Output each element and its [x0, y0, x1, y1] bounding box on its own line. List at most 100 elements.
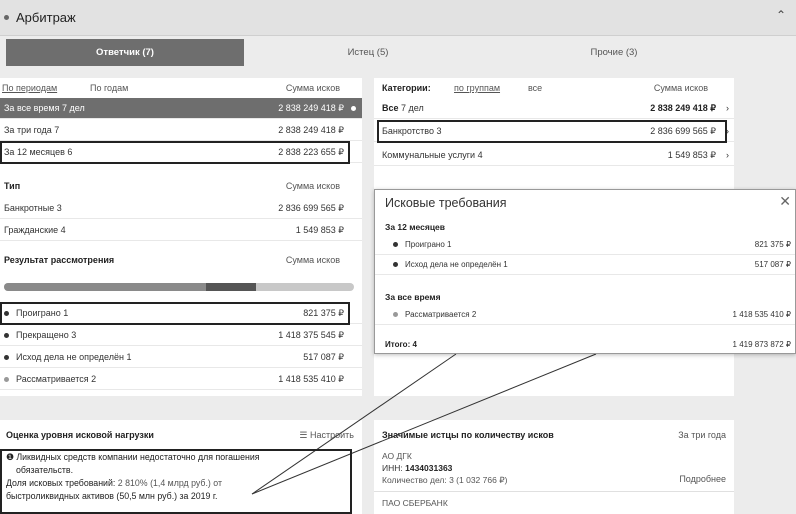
result-label: Прекращено [16, 330, 69, 340]
category-sum: 2 838 249 418 ₽ [650, 103, 716, 113]
popup-total-row: Итого: 4 1 419 873 872 ₽ [375, 336, 795, 354]
plaintiff-count: Количество дел: 3 (1 032 766 ₽) [382, 475, 508, 485]
plaintiffs-panel: Значимые истцы по количеству исков За тр… [374, 420, 734, 514]
category-row-all[interactable]: Все 7 дел 2 838 249 418 ₽ › [374, 98, 734, 119]
result-row-undetermined[interactable]: Исход дела не определён 1 517 087 ₽ [0, 347, 362, 368]
period-row-3y[interactable]: За три года 7 2 838 249 418 ₽ [0, 120, 362, 141]
settings-button[interactable]: ☰ Настроить [299, 430, 354, 441]
inn-value: 1434031363 [405, 463, 453, 473]
plaintiff-name[interactable]: ПАО СБЕРБАНК [382, 498, 448, 508]
tab-all[interactable]: все [528, 78, 542, 98]
type-row-bankruptcy[interactable]: Банкротные 3 2 836 699 565 ₽ [0, 198, 362, 219]
popup-row-count: 1 [503, 260, 508, 269]
result-count: 2 [91, 374, 97, 384]
period-label: За все время [4, 103, 60, 113]
close-icon[interactable]: ✕ [779, 193, 791, 210]
result-row-pending[interactable]: Рассматривается 2 1 418 535 410 ₽ [0, 369, 362, 390]
tab-defendant[interactable]: Ответчик (7) [6, 39, 244, 66]
popup-row: Рассматривается 2 1 418 535 410 ₽ [375, 306, 795, 325]
type-label: Банкротные [4, 203, 55, 213]
plaintiffs-title: Значимые истцы по количеству исков [382, 430, 554, 440]
type-sum: 1 549 853 ₽ [295, 225, 344, 235]
result-progress-bar [4, 283, 354, 291]
column-header-sum: Сумма исков [653, 83, 708, 93]
period-label: За три года [4, 125, 52, 135]
bullet-icon [4, 15, 9, 20]
result-count: 3 [71, 330, 77, 340]
load-title: Оценка уровня исковой нагрузки [6, 430, 154, 440]
result-sum: 1 418 535 410 ₽ [278, 374, 344, 384]
tab-bar: Ответчик (7) Истец (5) Прочие (3) [0, 36, 736, 70]
bullet-icon [393, 312, 398, 318]
tab-by-groups[interactable]: по группам [454, 78, 500, 98]
column-header-sum: Сумма исков [285, 255, 340, 265]
highlight-box [377, 120, 727, 143]
column-header-sum: Сумма исков [285, 83, 340, 93]
chevron-right-icon: › [726, 150, 729, 160]
result-sum: 517 087 ₽ [303, 352, 344, 362]
highlight-box [0, 449, 352, 514]
bullet-icon [393, 262, 398, 268]
tab-other[interactable]: Прочие (3) [492, 39, 736, 66]
result-label: Рассматривается [16, 374, 89, 384]
popup-row: Проиграно 1 821 375 ₽ [375, 236, 795, 255]
popup-row-label: Проиграно [405, 240, 445, 249]
section-title: Арбитраж [16, 10, 76, 25]
popup-section-title: За 12 месяцев [385, 222, 445, 232]
plaintiff-item[interactable]: АО ДГК ИНН: 1434031363 Количество дел: 3… [382, 450, 507, 486]
popup-total-count: 4 [412, 340, 417, 349]
popup-total-sum: 1 419 873 872 ₽ [732, 340, 791, 349]
popup-row-label: Исход дела не определён [405, 260, 501, 269]
bullet-icon [4, 355, 9, 361]
result-count: 1 [126, 352, 132, 362]
tab-by-years[interactable]: По годам [90, 78, 128, 98]
categories-title: Категории: [382, 83, 431, 93]
popup-row: Исход дела не определён 1 517 087 ₽ [375, 256, 795, 275]
period-count: 7 [54, 125, 60, 135]
category-count: 4 [477, 150, 483, 160]
type-sum: 2 836 699 565 ₽ [278, 203, 344, 213]
inn-label: ИНН: [382, 463, 403, 473]
plaintiff-name: АО ДГК [382, 451, 412, 461]
popup-row-sum: 1 418 535 410 ₽ [732, 310, 791, 319]
category-row-utilities[interactable]: Коммунальные услуги 4 1 549 853 ₽ › [374, 145, 734, 166]
collapse-icon[interactable]: ⌃ [776, 8, 786, 22]
plaintiffs-period[interactable]: За три года [678, 430, 726, 440]
progress-segment [4, 283, 206, 291]
sliders-icon: ☰ [299, 430, 308, 440]
category-label: Все [382, 103, 399, 113]
selected-dot-icon [351, 106, 356, 111]
result-label: Исход дела не определён [16, 352, 124, 362]
more-link[interactable]: Подробнее [679, 474, 726, 484]
type-count: 3 [56, 203, 62, 213]
type-title: Тип [4, 181, 21, 191]
popup-title: Исковые требования [385, 196, 507, 210]
bullet-icon [4, 333, 9, 339]
type-count: 4 [60, 225, 66, 235]
period-count: 7 дел [62, 103, 85, 113]
popup-row-count: 2 [471, 310, 477, 319]
progress-segment [206, 283, 256, 291]
bullet-icon [4, 377, 9, 383]
left-panel: По периодам По годам Сумма исков За все … [0, 78, 362, 396]
result-row-terminated[interactable]: Прекращено 3 1 418 375 545 ₽ [0, 325, 362, 346]
category-count: 7 дел [401, 103, 424, 113]
section-header[interactable]: Арбитраж ⌃ [0, 0, 796, 36]
tab-by-periods[interactable]: По периодам [2, 78, 57, 98]
popup-row-sum: 517 087 ₽ [754, 260, 791, 269]
type-row-civil[interactable]: Гражданские 4 1 549 853 ₽ [0, 220, 362, 241]
period-row-all[interactable]: За все время 7 дел 2 838 249 418 ₽ [0, 98, 362, 119]
column-header-sum: Сумма исков [285, 181, 340, 191]
category-sum: 1 549 853 ₽ [667, 150, 716, 160]
type-label: Гражданские [4, 225, 59, 235]
category-label: Коммунальные услуги [382, 150, 476, 160]
period-sum: 2 838 249 418 ₽ [278, 125, 344, 135]
popup-total-label: Итого: [385, 340, 411, 349]
popup-row-label: Рассматривается [405, 310, 470, 319]
tab-plaintiff[interactable]: Истец (5) [246, 39, 490, 66]
result-title: Результат рассмотрения [4, 255, 115, 265]
popup-section-title: За все время [385, 292, 441, 302]
highlight-box [0, 302, 350, 325]
bullet-icon [393, 242, 398, 248]
claims-popup: Исковые требования ✕ За 12 месяцев Проиг… [374, 189, 796, 354]
